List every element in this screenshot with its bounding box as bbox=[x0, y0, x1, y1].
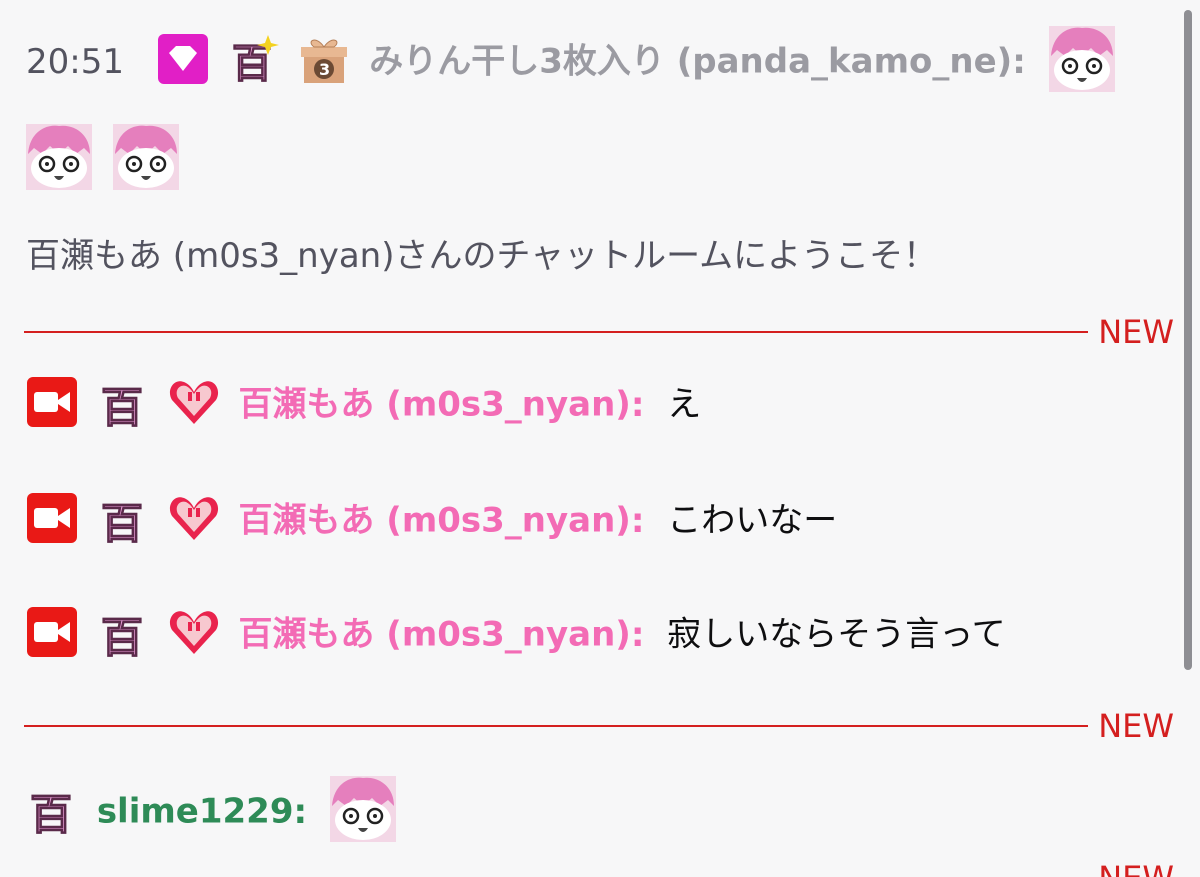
svg-text:百: 百 bbox=[101, 499, 143, 544]
chat-message: 百 百瀬もあ (m0s3_nyan): え bbox=[26, 377, 1170, 432]
momo-badge-icon[interactable]: 百 bbox=[97, 376, 149, 428]
new-messages-divider: NEW bbox=[24, 858, 1200, 877]
username[interactable]: 百瀬もあ (m0s3_nyan) bbox=[238, 501, 630, 541]
system-welcome-text: 百瀬もあ (m0s3_nyan)さんのチャットルームにようこそ！ bbox=[26, 236, 938, 276]
surprised-girl-emote-icon[interactable] bbox=[26, 124, 92, 190]
username[interactable]: みりん干し3枚入り (panda_kamo_ne) bbox=[369, 42, 1012, 82]
momo-badge-icon[interactable]: 百 bbox=[97, 606, 149, 658]
svg-text:百: 百 bbox=[101, 383, 143, 428]
diamond-badge-icon[interactable] bbox=[157, 33, 209, 85]
username[interactable]: 百瀬もあ (m0s3_nyan) bbox=[238, 615, 630, 655]
surprised-girl-emote-icon[interactable] bbox=[112, 124, 179, 190]
new-messages-divider: NEW bbox=[24, 706, 1200, 746]
username-colon: : bbox=[630, 500, 645, 541]
divider-line bbox=[24, 331, 1088, 333]
scrollbar-thumb[interactable] bbox=[1184, 10, 1192, 670]
system-welcome-message: 百瀬もあ (m0s3_nyan)さんのチャットルームにようこそ！ bbox=[26, 232, 1170, 280]
broadcaster-badge-icon[interactable] bbox=[26, 376, 78, 428]
new-messages-divider: NEW bbox=[24, 312, 1200, 352]
heart-badge-icon[interactable] bbox=[168, 606, 220, 658]
broadcaster-badge-icon[interactable] bbox=[26, 606, 78, 658]
username-colon: : bbox=[293, 791, 308, 832]
username[interactable]: slime1229 bbox=[97, 792, 294, 832]
timestamp: 20:51 bbox=[26, 41, 124, 82]
divider-line bbox=[24, 725, 1088, 727]
message-text: え bbox=[667, 384, 702, 425]
svg-text:百: 百 bbox=[30, 790, 72, 835]
username-colon: : bbox=[630, 614, 645, 655]
heart-badge-icon[interactable] bbox=[168, 376, 220, 428]
message-text: こわいなー bbox=[667, 500, 838, 541]
momo-badge-icon[interactable]: 百 bbox=[97, 492, 149, 544]
divider-new-label: NEW bbox=[1098, 858, 1174, 877]
broadcaster-badge-icon[interactable] bbox=[26, 492, 78, 544]
message-text: 寂しいならそう言って bbox=[667, 614, 1006, 655]
surprised-girl-emote-icon[interactable] bbox=[329, 776, 396, 842]
username-colon: : bbox=[1012, 41, 1026, 82]
chat-message: 20:51 百 3 みりん干し3枚入り (panda_kamo_ne): bbox=[26, 26, 1170, 96]
surprised-girl-emote-icon[interactable] bbox=[1048, 26, 1115, 92]
divider-new-label: NEW bbox=[1098, 707, 1174, 745]
heart-badge-icon[interactable] bbox=[168, 492, 220, 544]
chat-message-continued bbox=[26, 124, 1170, 194]
chat-pane: 20:51 百 3 みりん干し3枚入り (panda_kamo_ne): 百瀬も… bbox=[0, 0, 1200, 877]
username-colon: : bbox=[630, 384, 645, 425]
divider-new-label: NEW bbox=[1098, 313, 1174, 351]
username[interactable]: 百瀬もあ (m0s3_nyan) bbox=[238, 385, 630, 425]
chat-message: 百 slime1229: bbox=[26, 776, 1170, 846]
svg-text:3: 3 bbox=[319, 60, 330, 79]
chat-message: 百 百瀬もあ (m0s3_nyan): こわいなー bbox=[26, 493, 1170, 548]
momo-sparkle-badge-icon[interactable]: 百 bbox=[228, 33, 280, 85]
svg-text:百: 百 bbox=[101, 613, 143, 658]
gift-3-badge-icon[interactable]: 3 bbox=[298, 33, 350, 85]
momo-badge-icon[interactable]: 百 bbox=[26, 783, 78, 835]
chat-message: 百 百瀬もあ (m0s3_nyan): 寂しいならそう言って bbox=[26, 607, 1170, 662]
